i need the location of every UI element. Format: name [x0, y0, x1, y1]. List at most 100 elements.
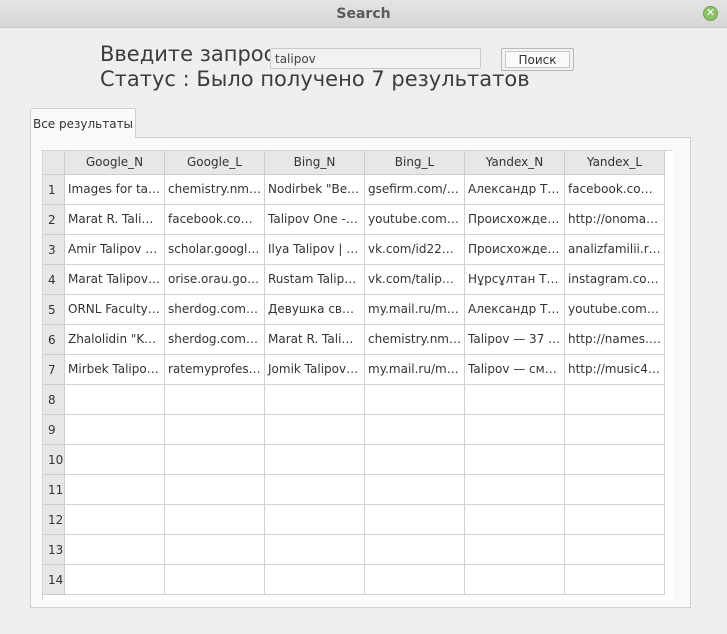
row-header[interactable]: 7: [43, 355, 65, 385]
table-cell[interactable]: [465, 475, 565, 505]
table-cell[interactable]: [565, 475, 665, 505]
table-cell[interactable]: ORNL Faculty …: [65, 295, 165, 325]
table-cell[interactable]: [565, 505, 665, 535]
table-cell[interactable]: [465, 505, 565, 535]
table-cell[interactable]: [65, 505, 165, 535]
table-cell[interactable]: [365, 535, 465, 565]
row-header[interactable]: 10: [43, 445, 65, 475]
table-cell[interactable]: [165, 505, 265, 535]
table-cell[interactable]: ratemyprofess…: [165, 355, 265, 385]
table-cell[interactable]: [465, 565, 565, 595]
table-cell[interactable]: Нұрсұлтан Та…: [465, 265, 565, 295]
column-header[interactable]: Yandex_N: [465, 151, 565, 175]
table-cell[interactable]: [365, 505, 465, 535]
table-cell[interactable]: Nodirbek "Bek…: [265, 175, 365, 205]
table-cell[interactable]: instagram.co…: [565, 265, 665, 295]
table-corner[interactable]: [43, 151, 65, 175]
row-header[interactable]: 12: [43, 505, 65, 535]
close-icon[interactable]: ✕: [703, 6, 718, 21]
table-cell[interactable]: [565, 445, 665, 475]
table-cell[interactable]: youtube.com/…: [565, 295, 665, 325]
table-cell[interactable]: Zhalolidin "Ka…: [65, 325, 165, 355]
table-cell[interactable]: Talipov One - Y…: [265, 205, 365, 235]
table-cell[interactable]: [565, 385, 665, 415]
table-cell[interactable]: [65, 415, 165, 445]
row-header[interactable]: 11: [43, 475, 65, 505]
table-cell[interactable]: [365, 565, 465, 595]
column-header[interactable]: Google_L: [165, 151, 265, 175]
search-input[interactable]: [270, 48, 481, 69]
table-cell[interactable]: [265, 505, 365, 535]
table-cell[interactable]: my.mail.ru/mail/: [365, 295, 465, 325]
row-header[interactable]: 3: [43, 235, 65, 265]
table-cell[interactable]: facebook.com…: [165, 205, 265, 235]
table-cell[interactable]: Marat R. Talipo…: [65, 205, 165, 235]
table-cell[interactable]: http://names.…: [565, 325, 665, 355]
table-cell[interactable]: Amir Talipov P…: [65, 235, 165, 265]
row-header[interactable]: 9: [43, 415, 65, 445]
table-cell[interactable]: Девушка свер…: [265, 295, 365, 325]
table-cell[interactable]: [265, 565, 365, 595]
table-cell[interactable]: youtube.com/…: [365, 205, 465, 235]
table-cell[interactable]: analizfamilii.ru…: [565, 235, 665, 265]
table-cell[interactable]: [65, 445, 165, 475]
tab-all-results[interactable]: Все результаты: [30, 108, 136, 138]
table-cell[interactable]: [65, 475, 165, 505]
table-cell[interactable]: [265, 475, 365, 505]
table-cell[interactable]: Marat R. Talipo…: [265, 325, 365, 355]
table-cell[interactable]: Images for tali…: [65, 175, 165, 205]
table-cell[interactable]: sherdog.com/…: [165, 325, 265, 355]
table-cell[interactable]: [365, 445, 465, 475]
table-cell[interactable]: sherdog.com/f…: [165, 295, 265, 325]
table-cell[interactable]: [465, 385, 565, 415]
table-cell[interactable]: Jomik Talipov -…: [265, 355, 365, 385]
row-header[interactable]: 6: [43, 325, 65, 355]
row-header[interactable]: 5: [43, 295, 65, 325]
table-cell[interactable]: gsefirm.com/n…: [365, 175, 465, 205]
table-cell[interactable]: Marat Talipov -…: [65, 265, 165, 295]
table-cell[interactable]: Александр Та…: [465, 175, 565, 205]
table-cell[interactable]: [165, 565, 265, 595]
table-cell[interactable]: Ilya Talipov | VK: [265, 235, 365, 265]
table-cell[interactable]: [65, 535, 165, 565]
table-cell[interactable]: vk.com/id2244…: [365, 235, 465, 265]
row-header[interactable]: 13: [43, 535, 65, 565]
table-cell[interactable]: Rustam Talipo…: [265, 265, 365, 295]
table-cell[interactable]: [365, 475, 465, 505]
table-cell[interactable]: Александр Та…: [465, 295, 565, 325]
table-cell[interactable]: facebook.com…: [565, 175, 665, 205]
row-header[interactable]: 14: [43, 565, 65, 595]
table-cell[interactable]: http://onomas…: [565, 205, 665, 235]
row-header[interactable]: 1: [43, 175, 65, 205]
table-cell[interactable]: Mirbek Talipov…: [65, 355, 165, 385]
table-cell[interactable]: chemistry.nms…: [365, 325, 465, 355]
table-cell[interactable]: [565, 565, 665, 595]
column-header[interactable]: Yandex_L: [565, 151, 665, 175]
table-cell[interactable]: [365, 415, 465, 445]
table-cell[interactable]: Происхожден…: [465, 235, 565, 265]
table-cell[interactable]: [165, 385, 265, 415]
column-header[interactable]: Bing_L: [365, 151, 465, 175]
table-cell[interactable]: [165, 415, 265, 445]
table-cell[interactable]: chemistry.nms…: [165, 175, 265, 205]
table-cell[interactable]: orise.orau.gov…: [165, 265, 265, 295]
table-cell[interactable]: Происхожден…: [465, 205, 565, 235]
table-cell[interactable]: [165, 445, 265, 475]
table-cell[interactable]: Talipov — 37 т…: [465, 325, 565, 355]
table-cell[interactable]: scholar.google…: [165, 235, 265, 265]
table-cell[interactable]: [165, 535, 265, 565]
table-cell[interactable]: [65, 385, 165, 415]
table-cell[interactable]: [465, 445, 565, 475]
table-cell[interactable]: [265, 415, 365, 445]
column-header[interactable]: Bing_N: [265, 151, 365, 175]
table-cell[interactable]: [465, 415, 565, 445]
table-cell[interactable]: [565, 415, 665, 445]
table-cell[interactable]: my.mail.ru/mail/: [365, 355, 465, 385]
table-cell[interactable]: vk.com/talipov…: [365, 265, 465, 295]
table-cell[interactable]: [265, 535, 365, 565]
table-cell[interactable]: http://music4l…: [565, 355, 665, 385]
table-cell[interactable]: [65, 565, 165, 595]
table-cell[interactable]: [365, 385, 465, 415]
table-cell[interactable]: [265, 385, 365, 415]
row-header[interactable]: 8: [43, 385, 65, 415]
